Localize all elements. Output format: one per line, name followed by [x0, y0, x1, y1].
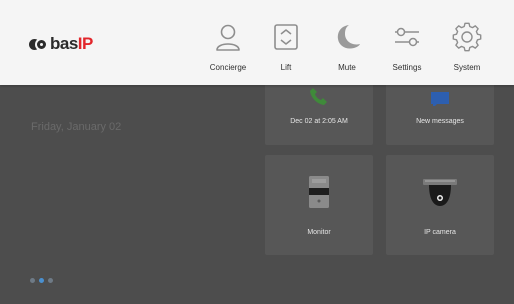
home-screen: Friday, January 02 Dec 02 at 2:05 AM New… [0, 0, 514, 304]
page-dot[interactable] [30, 278, 35, 283]
mute-button[interactable]: Mute [314, 18, 380, 78]
logo-text: bas [50, 34, 78, 53]
date-label: Friday, January 02 [31, 121, 122, 133]
tile-ip-camera[interactable]: IP camera [386, 155, 494, 255]
page-indicator [30, 278, 53, 283]
page-dot[interactable] [48, 278, 53, 283]
settings-button[interactable]: Settings [374, 18, 440, 78]
lift-label: Lift [280, 63, 292, 72]
message-icon [431, 92, 449, 106]
tile-label: New messages [416, 118, 464, 125]
person-icon [216, 24, 240, 51]
logo-mark-icon [29, 37, 48, 51]
system-button[interactable]: System [434, 18, 500, 78]
settings-label: Settings [392, 63, 422, 72]
intercom-panel-icon [309, 176, 329, 208]
page-dot-active[interactable] [39, 278, 44, 283]
lift-button[interactable]: Lift [253, 18, 319, 78]
concierge-label: Concierge [209, 63, 247, 72]
system-label: System [453, 63, 481, 72]
sliders-icon [395, 27, 419, 47]
basip-logo: basIP [29, 34, 93, 54]
tile-label: Dec 02 at 2:05 AM [290, 118, 348, 125]
tile-monitor[interactable]: Monitor [265, 155, 373, 255]
tile-label: Monitor [307, 229, 331, 236]
concierge-button[interactable]: Concierge [195, 18, 261, 78]
moon-icon [337, 25, 360, 49]
mute-label: Mute [338, 63, 356, 72]
tile-label: IP camera [424, 229, 456, 236]
phone-icon [310, 88, 327, 105]
dome-camera-icon [423, 179, 457, 206]
logo-text-accent: IP [77, 34, 94, 53]
top-menu-bar: basIP Concierge Lift Mute Settings Syste… [0, 0, 514, 85]
elevator-icon [274, 24, 298, 50]
gear-icon [452, 22, 482, 52]
